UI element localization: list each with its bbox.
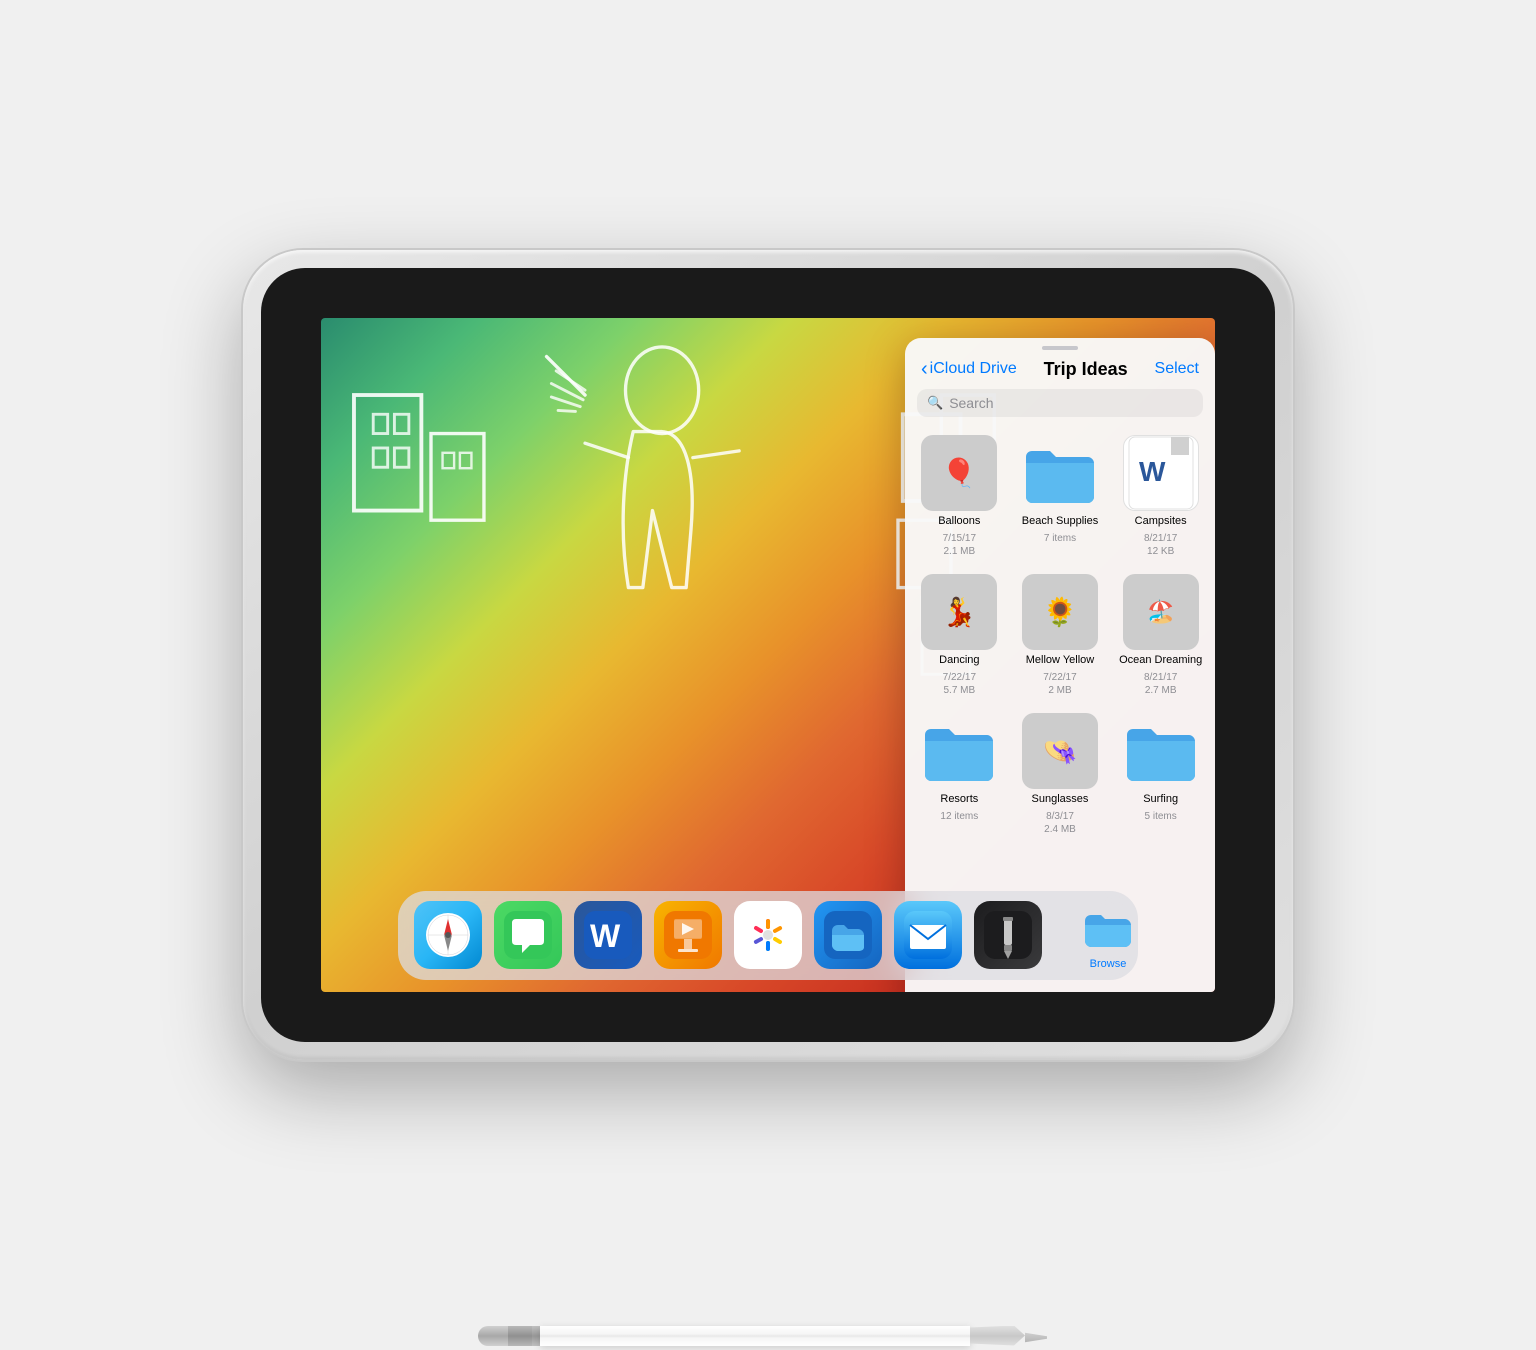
file-item-dancing[interactable]: Dancing 7/22/175.7 MB xyxy=(917,574,1002,697)
file-meta-2: 8/21/1712 KB xyxy=(1144,532,1177,558)
file-name-1: Beach Supplies xyxy=(1022,515,1098,528)
folder-icon-beach xyxy=(1022,441,1098,505)
dock-photos[interactable] xyxy=(734,901,802,969)
dock-word[interactable]: W xyxy=(574,901,642,969)
dock-messages[interactable] xyxy=(494,901,562,969)
pencil-tip-section xyxy=(970,1326,1025,1346)
file-thumb-beach-supplies xyxy=(1022,435,1098,511)
screen-background: ‹ iCloud Drive Trip Ideas Select 🔍 Searc… xyxy=(321,318,1215,992)
ipad-device: ‹ iCloud Drive Trip Ideas Select 🔍 Searc… xyxy=(243,250,1293,1060)
file-meta-4: 7/22/172 MB xyxy=(1043,671,1076,697)
files-icon xyxy=(824,911,872,959)
mail-icon xyxy=(904,911,952,959)
file-name-0: Balloons xyxy=(938,515,980,528)
search-bar[interactable]: 🔍 Search xyxy=(917,389,1203,417)
file-meta-1: 7 items xyxy=(1044,532,1076,545)
file-meta-6: 12 items xyxy=(940,810,978,823)
file-thumb-ocean xyxy=(1123,574,1199,650)
apple-pencil xyxy=(478,1322,1058,1350)
dock-browse[interactable]: Browse xyxy=(1074,901,1142,970)
file-item-resorts[interactable]: Resorts 12 items xyxy=(917,713,1002,836)
file-item-sunglasses[interactable]: Sunglasses 8/3/172.4 MB xyxy=(1018,713,1103,836)
svg-text:W: W xyxy=(590,918,621,954)
file-name-2: Campsites xyxy=(1135,515,1187,528)
file-thumb-dancing xyxy=(921,574,997,650)
file-name-3: Dancing xyxy=(939,654,979,667)
file-thumb-surfing xyxy=(1123,713,1199,789)
panel-handle xyxy=(1042,346,1078,350)
file-thumb-mellow xyxy=(1022,574,1098,650)
file-thumb-resorts xyxy=(921,713,997,789)
search-icon: 🔍 xyxy=(927,395,943,411)
file-name-6: Resorts xyxy=(940,793,978,806)
file-item-ocean-dreaming[interactable]: Ocean Dreaming 8/21/172.7 MB xyxy=(1118,574,1203,697)
keynote-icon xyxy=(664,911,712,959)
scene: ‹ iCloud Drive Trip Ideas Select 🔍 Searc… xyxy=(168,55,1368,1255)
browse-label: Browse xyxy=(1090,958,1127,970)
pencil-fine-tip xyxy=(1025,1332,1047,1344)
ipad-screen: ‹ iCloud Drive Trip Ideas Select 🔍 Searc… xyxy=(321,318,1215,992)
back-button[interactable]: ‹ iCloud Drive xyxy=(921,358,1017,381)
folder-icon-resorts xyxy=(921,719,997,783)
panel-title: Trip Ideas xyxy=(1044,359,1128,380)
dock-container: W xyxy=(398,891,1138,980)
dock-safari[interactable] xyxy=(414,901,482,969)
dock-marker[interactable] xyxy=(974,901,1042,969)
file-meta-8: 5 items xyxy=(1145,810,1177,823)
file-thumb-balloons xyxy=(921,435,997,511)
file-meta-3: 7/22/175.7 MB xyxy=(943,671,976,697)
chevron-left-icon: ‹ xyxy=(921,358,928,381)
dock-mail[interactable] xyxy=(894,901,962,969)
file-name-4: Mellow Yellow xyxy=(1026,654,1094,667)
file-name-5: Ocean Dreaming xyxy=(1119,654,1202,667)
safari-icon xyxy=(424,911,472,959)
file-item-mellow-yellow[interactable]: Mellow Yellow 7/22/172 MB xyxy=(1018,574,1103,697)
browse-icon xyxy=(1079,903,1137,953)
svg-text:W: W xyxy=(1139,456,1166,487)
word-icon: W xyxy=(584,911,632,959)
panel-nav: ‹ iCloud Drive Trip Ideas Select xyxy=(905,354,1215,389)
file-name-8: Surfing xyxy=(1143,793,1178,806)
select-button[interactable]: Select xyxy=(1155,360,1199,378)
dock-files[interactable] xyxy=(814,901,882,969)
folder-icon-surfing xyxy=(1123,719,1199,783)
file-name-7: Sunglasses xyxy=(1032,793,1089,806)
ipad-bezel: ‹ iCloud Drive Trip Ideas Select 🔍 Searc… xyxy=(261,268,1275,1042)
messages-icon xyxy=(504,911,552,959)
pencil-cap xyxy=(478,1326,508,1346)
file-item-beach-supplies[interactable]: Beach Supplies 7 items xyxy=(1018,435,1103,558)
pencil-main-body xyxy=(540,1326,970,1346)
file-meta-0: 7/15/172.1 MB xyxy=(943,532,976,558)
dock-keynote[interactable] xyxy=(654,901,722,969)
photos-icon xyxy=(744,911,792,959)
file-thumb-sunglasses xyxy=(1022,713,1098,789)
file-meta-7: 8/3/172.4 MB xyxy=(1044,810,1076,836)
marker-icon xyxy=(984,911,1032,959)
pencil-band-2 xyxy=(532,1326,540,1346)
word-doc-icon: W xyxy=(1127,435,1195,511)
file-item-balloons[interactable]: Balloons 7/15/172.1 MB xyxy=(917,435,1002,558)
search-placeholder: Search xyxy=(949,395,993,411)
pencil-band-1 xyxy=(508,1326,532,1346)
file-item-campsites[interactable]: W Campsites 8/21/1712 KB xyxy=(1118,435,1203,558)
file-thumb-campsites: W xyxy=(1123,435,1199,511)
file-item-surfing[interactable]: Surfing 5 items xyxy=(1118,713,1203,836)
pencil-body-group xyxy=(478,1322,1058,1350)
dock: W xyxy=(398,891,1138,980)
back-label: iCloud Drive xyxy=(930,360,1017,378)
file-meta-5: 8/21/172.7 MB xyxy=(1144,671,1177,697)
